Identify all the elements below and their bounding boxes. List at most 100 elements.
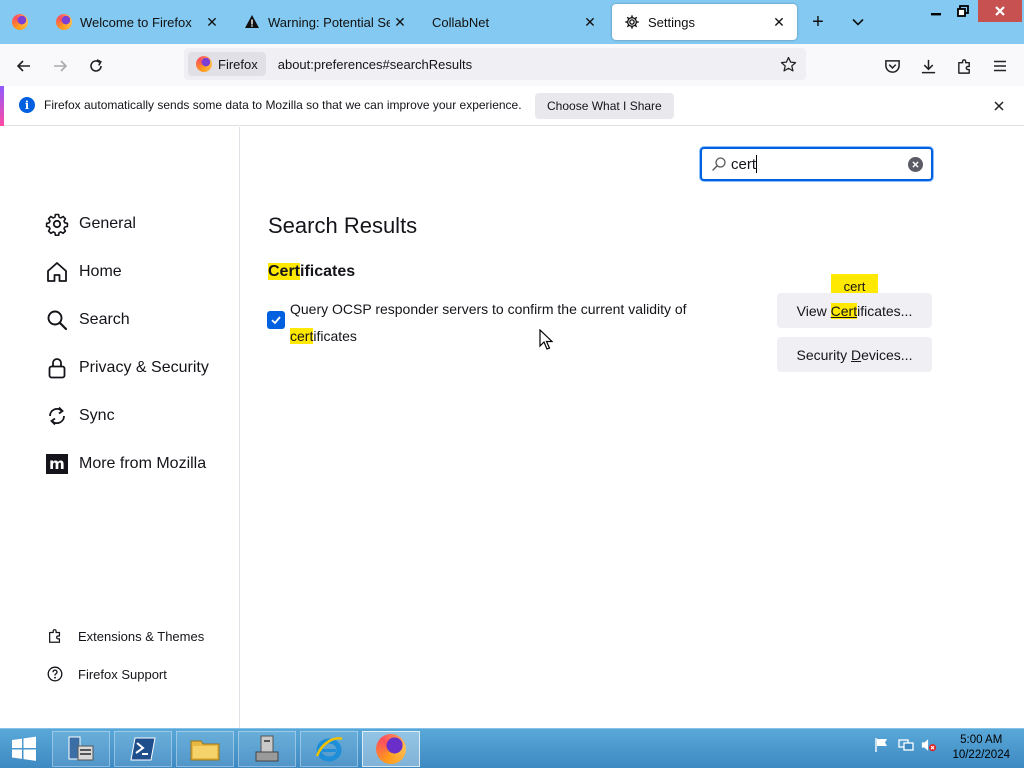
- close-notification-button[interactable]: [990, 97, 1008, 115]
- svg-text:m: m: [49, 455, 65, 473]
- sidebar-item-label: Privacy & Security: [79, 359, 209, 376]
- close-icon: [995, 6, 1005, 16]
- tab-title: Welcome to Firefox: [80, 14, 192, 30]
- sidebar-item-label: Firefox Support: [78, 666, 167, 682]
- star-icon: [780, 56, 796, 72]
- tab-settings[interactable]: Settings ✕: [612, 4, 797, 40]
- plus-icon: +: [812, 10, 824, 33]
- help-icon: [46, 665, 64, 683]
- sidebar-item-privacy[interactable]: Privacy & Security: [45, 352, 209, 384]
- start-button[interactable]: [0, 731, 48, 767]
- url-text[interactable]: about:preferences#searchResults: [278, 57, 472, 72]
- sidebar-item-general[interactable]: General: [45, 208, 136, 240]
- search-highlight: Cert: [830, 302, 858, 319]
- checkmark-icon: [271, 316, 281, 325]
- firefox-icon: [12, 14, 28, 30]
- taskbar-server-manager[interactable]: [52, 731, 110, 767]
- restore-icon: [957, 5, 969, 17]
- sidebar-item-label: More from Mozilla: [79, 455, 207, 472]
- preferences-search-input[interactable]: cert: [700, 147, 933, 181]
- data-reporting-notification: i Firefox automatically sends some data …: [0, 86, 1024, 126]
- taskbar-internet-explorer[interactable]: [300, 731, 358, 767]
- ocsp-text-rest: ificates: [313, 328, 357, 344]
- view-certificates-button[interactable]: View Cert ificates...: [777, 293, 932, 328]
- close-window-button[interactable]: [978, 0, 1022, 22]
- taskbar-system-tool[interactable]: [238, 731, 296, 767]
- sidebar-item-label: Search: [79, 311, 130, 328]
- clock-time: 5:00 AM: [960, 734, 1003, 746]
- tab-title: CollabNet: [432, 14, 490, 30]
- reload-button[interactable]: [82, 52, 110, 80]
- heading-rest: ificates: [300, 263, 356, 280]
- sidebar-item-label: General: [79, 215, 136, 232]
- clear-search-button[interactable]: [908, 157, 923, 172]
- restore-button[interactable]: [948, 0, 978, 22]
- access-key: D: [850, 346, 862, 363]
- button-text-rest: evices...: [861, 346, 913, 363]
- minimize-button[interactable]: [921, 0, 951, 22]
- warning-icon: [244, 14, 260, 30]
- firefox-view-button[interactable]: [0, 4, 40, 40]
- notification-message: Firefox automatically sends some data to…: [44, 98, 522, 112]
- pocket-button[interactable]: [878, 52, 906, 80]
- action-center-flag-icon[interactable]: [874, 737, 890, 753]
- tab-title: Warning: Potential Secur: [268, 14, 390, 30]
- security-devices-button[interactable]: Security Devices...: [777, 337, 932, 372]
- button-text-rest: ificates...: [857, 302, 913, 319]
- lock-icon: [45, 356, 69, 380]
- internet-explorer-icon: [315, 737, 343, 762]
- downloads-button[interactable]: [914, 52, 942, 80]
- pocket-icon: [884, 59, 900, 73]
- search-value: cert: [731, 155, 757, 173]
- forward-button[interactable]: [46, 52, 74, 80]
- taskbar-powershell[interactable]: [114, 731, 172, 767]
- new-tab-button[interactable]: +: [804, 4, 832, 40]
- extensions-button[interactable]: [950, 52, 978, 80]
- sidebar-item-sync[interactable]: Sync: [45, 400, 115, 432]
- ocsp-checkbox[interactable]: [267, 311, 285, 329]
- identity-label: Firefox: [218, 56, 258, 72]
- back-button[interactable]: [10, 52, 38, 80]
- sidebar-item-search[interactable]: Search: [45, 304, 130, 336]
- network-icon[interactable]: [898, 737, 914, 753]
- button-text: Security: [796, 346, 851, 363]
- ocsp-checkbox-label[interactable]: Query OCSP responder servers to confirm …: [290, 296, 750, 350]
- tab-welcome[interactable]: Welcome to Firefox ✕: [44, 4, 230, 40]
- sidebar-item-label: Sync: [79, 407, 115, 424]
- list-all-tabs-button[interactable]: [844, 4, 872, 40]
- tab-warning[interactable]: Warning: Potential Secur ✕: [232, 4, 418, 40]
- text-caret: [756, 155, 758, 173]
- firefox-icon: [196, 56, 212, 72]
- taskbar-file-explorer[interactable]: [176, 731, 234, 767]
- sidebar-item-firefox-support[interactable]: Firefox Support: [46, 663, 167, 685]
- computer-icon: [255, 735, 279, 762]
- chevron-down-icon: [852, 18, 864, 26]
- close-tab-icon[interactable]: ✕: [580, 12, 600, 32]
- taskbar-clock[interactable]: 5:00 AM 10/22/2024: [952, 733, 1010, 763]
- arrow-left-icon: [16, 60, 30, 72]
- sidebar-item-label: Home: [79, 263, 122, 280]
- download-icon: [921, 59, 935, 73]
- clock-date: 10/22/2024: [952, 749, 1010, 761]
- sidebar-item-more-from-mozilla[interactable]: m More from Mozilla: [45, 448, 206, 480]
- menu-button[interactable]: [986, 52, 1014, 80]
- url-bar[interactable]: Firefox about:preferences#searchResults: [184, 48, 806, 80]
- identity-box[interactable]: Firefox: [188, 52, 266, 76]
- puzzle-icon: [957, 58, 970, 74]
- close-tab-icon[interactable]: ✕: [769, 12, 789, 32]
- tab-collabnet[interactable]: CollabNet ✕: [420, 4, 608, 40]
- choose-what-i-share-button[interactable]: Choose What I Share: [535, 93, 674, 119]
- bookmark-star-button[interactable]: [778, 54, 798, 74]
- volume-muted-icon[interactable]: [921, 737, 937, 753]
- search-results-heading: Search Results: [268, 213, 418, 238]
- sidebar-item-extensions-themes[interactable]: Extensions & Themes: [46, 625, 204, 647]
- close-tab-icon[interactable]: ✕: [202, 12, 222, 32]
- search-icon: [712, 157, 726, 171]
- sidebar-item-home[interactable]: Home: [45, 256, 122, 288]
- close-tab-icon[interactable]: ✕: [390, 12, 410, 32]
- sidebar-item-label: Extensions & Themes: [78, 628, 205, 644]
- firefox-icon: [56, 14, 72, 30]
- gear-icon: [624, 14, 640, 30]
- taskbar-firefox[interactable]: [362, 731, 420, 767]
- notification-accent-bar: [0, 86, 4, 126]
